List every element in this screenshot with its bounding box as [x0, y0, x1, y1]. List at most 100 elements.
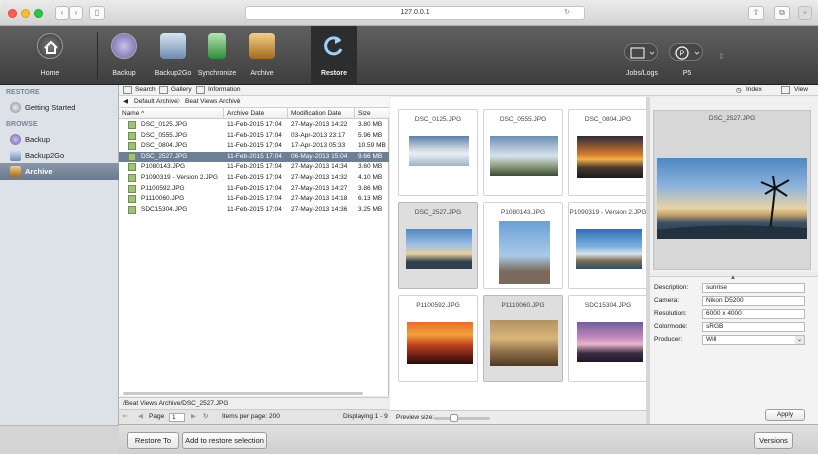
- tabs-icon: ⧉: [779, 8, 785, 17]
- backup2go-tool-button[interactable]: Backup2Go: [148, 26, 198, 85]
- gallery-tab[interactable]: Gallery: [171, 86, 192, 93]
- restore-tool-button[interactable]: Restore: [311, 26, 357, 85]
- modification-date: 03-Apr-2013 23:17: [291, 131, 346, 139]
- tile-caption: DSC_0804.JPG: [584, 116, 632, 123]
- archive-date: 11-Feb-2015 17:04: [227, 152, 282, 160]
- gallery-tile[interactable]: P1090319 - Version 2.JPG: [568, 202, 648, 289]
- share-button[interactable]: ⇧: [748, 6, 764, 20]
- metadata-panel: ▲ Description: sunrise Camera: Nikon D5200 R…: [650, 275, 818, 424]
- modification-date: 27-May-2013 14:18: [291, 195, 348, 203]
- p5-button[interactable]: P P5: [665, 26, 709, 85]
- expand-icon[interactable]: ⇕: [718, 52, 725, 61]
- selected-path: /Beat Views Archive/DSC_2527.JPG: [119, 397, 389, 409]
- gallery-tile[interactable]: P1110060.JPG: [483, 295, 563, 382]
- column-header-modification-date[interactable]: Modification Date: [288, 108, 355, 119]
- archive-date: 11-Feb-2015 17:04: [227, 184, 282, 192]
- sidebar-item-backup2go[interactable]: Backup2Go: [0, 147, 119, 164]
- jobs-logs-label: Jobs/Logs: [626, 70, 658, 77]
- horizontal-scrollbar[interactable]: [123, 392, 363, 395]
- column-header-name[interactable]: Name ^: [119, 108, 224, 119]
- zoom-window-button[interactable]: [34, 9, 43, 18]
- metadata-field[interactable]: Will: [702, 335, 805, 345]
- breadcrumb-separator-icon: 〉: [237, 98, 244, 105]
- metadata-field[interactable]: sRGB: [702, 322, 805, 332]
- column-header-size[interactable]: Size: [355, 108, 389, 119]
- table-row[interactable]: DSC_0804.JPG 11-Feb-2015 17:04 17-Apr-2013…: [119, 141, 389, 151]
- thumbnail-image: [577, 136, 643, 178]
- address-bar[interactable]: 127.0.0.1 ↻: [245, 6, 585, 20]
- splitter-handle-icon[interactable]: ▲: [730, 275, 736, 281]
- gallery-tile[interactable]: DSC_0125.JPG: [398, 109, 478, 196]
- thumbnail-image: [499, 221, 550, 284]
- table-row[interactable]: P1110060.JPG 11-Feb-2015 17:04 27-May-2013…: [119, 194, 389, 204]
- sidebar-toggle-button[interactable]: ▯: [89, 6, 105, 20]
- gallery-tile[interactable]: P1080143.JPG: [483, 202, 563, 289]
- file-name: DSC_2527.JPG: [141, 152, 188, 160]
- gallery-tile[interactable]: DSC_0804.JPG: [568, 109, 648, 196]
- previous-page-icon[interactable]: ◀: [138, 410, 143, 424]
- synchronize-tool-button[interactable]: Synchronize: [195, 26, 239, 85]
- modification-date: 27-May-2013 14:32: [291, 174, 348, 181]
- add-to-restore-selection-button[interactable]: Add to restore selection: [182, 432, 267, 449]
- reload-icon[interactable]: ↻: [564, 7, 570, 19]
- breadcrumb-current[interactable]: Beat Views Archive: [185, 96, 241, 107]
- close-window-button[interactable]: [8, 9, 17, 18]
- metadata-label: Resolution:: [654, 310, 687, 317]
- table-row[interactable]: SDC15304.JPG 11-Feb-2015 17:04 27-May-2013…: [119, 205, 389, 215]
- metadata-field[interactable]: 6000 x 4000: [702, 309, 805, 319]
- gallery-tile[interactable]: SDC15304.JPG: [568, 295, 648, 382]
- tile-caption: P1110060.JPG: [501, 302, 545, 309]
- preview-size-slider[interactable]: [434, 417, 490, 420]
- breadcrumb-root[interactable]: Default Archive: [134, 96, 178, 107]
- table-row[interactable]: DSC_0125.JPG 11-Feb-2015 17:04 27-May-2013…: [119, 120, 389, 130]
- new-tab-button[interactable]: +: [798, 6, 812, 20]
- next-page-icon[interactable]: ▶: [191, 410, 196, 424]
- preview-size-bar: Preview size:: [390, 410, 646, 424]
- metadata-field[interactable]: sunrise: [702, 283, 805, 293]
- table-row[interactable]: P1090319 - Version 2.JPG 11-Feb-2015 17:0…: [119, 173, 389, 183]
- gallery-tile[interactable]: DSC_2527.JPG: [398, 202, 478, 289]
- metadata-field[interactable]: Nikon D5200: [702, 296, 805, 306]
- first-page-icon[interactable]: ⇤: [123, 410, 128, 424]
- tile-caption: DSC_0555.JPG: [499, 116, 547, 123]
- versions-button[interactable]: Versions: [754, 432, 793, 449]
- column-header-archive-date[interactable]: Archive Date: [224, 108, 288, 119]
- table-row[interactable]: DSC_2527.JPG 11-Feb-2015 17:04 06-May-2013…: [119, 151, 389, 162]
- view-button[interactable]: View: [794, 86, 808, 93]
- backup-tool-button[interactable]: Backup: [104, 26, 144, 85]
- breadcrumb-separator-icon: 〉: [177, 98, 184, 105]
- preview-image: [657, 158, 807, 239]
- apply-button[interactable]: Apply: [765, 409, 805, 421]
- home-button[interactable]: Home: [25, 26, 75, 85]
- minimize-window-button[interactable]: [21, 9, 30, 18]
- image-file-icon: [128, 205, 136, 214]
- information-tab[interactable]: Information: [208, 86, 241, 93]
- refresh-icon[interactable]: ↻: [203, 410, 208, 424]
- chevron-down-icon[interactable]: ⌄: [795, 336, 804, 344]
- gallery-tile[interactable]: DSC_0555.JPG: [483, 109, 563, 196]
- forward-button[interactable]: ›: [69, 6, 83, 20]
- table-row[interactable]: P1080143.JPG 11-Feb-2015 17:04 27-May-2013…: [119, 162, 389, 172]
- jobs-logs-button[interactable]: Jobs/Logs: [620, 26, 664, 85]
- restore-to-button[interactable]: Restore To: [127, 432, 179, 449]
- table-row[interactable]: DSC_0555.JPG 11-Feb-2015 17:04 03-Apr-2013…: [119, 131, 389, 141]
- thumbnail-image: [490, 320, 558, 366]
- file-name: DSC_0125.JPG: [141, 121, 188, 128]
- table-row[interactable]: P1100592.JPG 11-Feb-2015 17:04 27-May-2013…: [119, 184, 389, 194]
- home-icon: [37, 33, 63, 59]
- sidebar-item-archive[interactable]: Archive: [0, 163, 119, 180]
- thumbnail-image: [407, 322, 473, 364]
- page-number-input[interactable]: 1: [169, 413, 185, 422]
- back-button[interactable]: ‹: [55, 6, 69, 20]
- view-icon: [781, 86, 790, 94]
- sidebar-item-backup[interactable]: Backup: [0, 131, 119, 148]
- search-tab[interactable]: Search: [135, 86, 156, 93]
- archive-tool-button[interactable]: Archive: [242, 26, 282, 85]
- sidebar-item-getting-started[interactable]: Getting Started: [0, 99, 119, 116]
- gallery-tile[interactable]: P1100592.JPG: [398, 295, 478, 382]
- breadcrumb-back-icon[interactable]: ◀: [123, 96, 128, 107]
- file-name: P1100592.JPG: [141, 184, 185, 192]
- index-button[interactable]: Index: [746, 86, 762, 93]
- slider-handle[interactable]: [450, 414, 458, 422]
- tabs-button[interactable]: ⧉: [774, 6, 790, 20]
